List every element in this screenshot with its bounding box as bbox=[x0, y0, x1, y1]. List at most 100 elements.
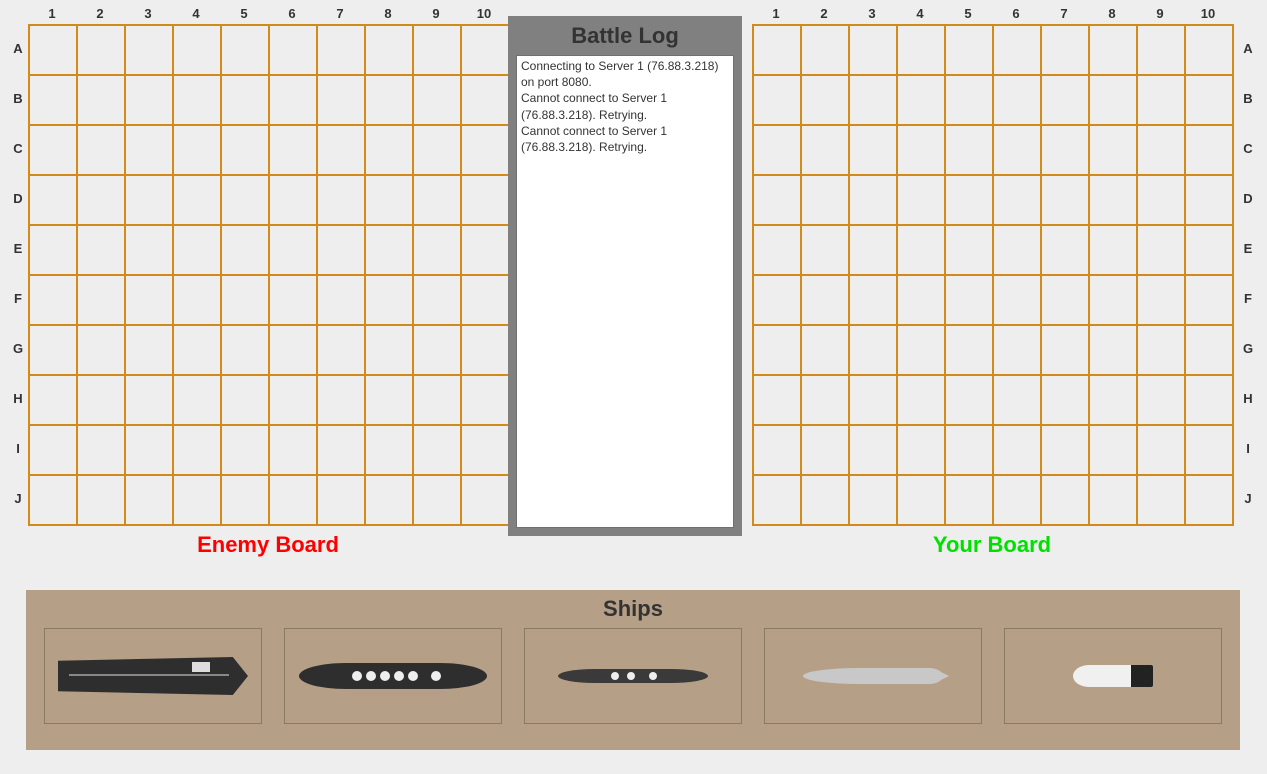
your-cell[interactable] bbox=[993, 25, 1041, 75]
your-cell[interactable] bbox=[897, 75, 945, 125]
your-cell[interactable] bbox=[897, 225, 945, 275]
enemy-cell[interactable] bbox=[221, 475, 269, 525]
your-cell[interactable] bbox=[1089, 25, 1137, 75]
enemy-cell[interactable] bbox=[29, 225, 77, 275]
enemy-cell[interactable] bbox=[317, 225, 365, 275]
enemy-cell[interactable] bbox=[269, 475, 317, 525]
enemy-cell[interactable] bbox=[413, 125, 461, 175]
enemy-cell[interactable] bbox=[317, 475, 365, 525]
your-cell[interactable] bbox=[753, 225, 801, 275]
enemy-cell[interactable] bbox=[221, 175, 269, 225]
enemy-cell[interactable] bbox=[221, 25, 269, 75]
enemy-cell[interactable] bbox=[365, 275, 413, 325]
your-cell[interactable] bbox=[1185, 425, 1233, 475]
enemy-cell[interactable] bbox=[413, 25, 461, 75]
enemy-cell[interactable] bbox=[221, 375, 269, 425]
enemy-cell[interactable] bbox=[77, 75, 125, 125]
enemy-cell[interactable] bbox=[221, 325, 269, 375]
enemy-cell[interactable] bbox=[221, 275, 269, 325]
your-cell[interactable] bbox=[993, 375, 1041, 425]
your-cell[interactable] bbox=[753, 475, 801, 525]
your-cell[interactable] bbox=[753, 25, 801, 75]
your-cell[interactable] bbox=[897, 425, 945, 475]
enemy-cell[interactable] bbox=[461, 275, 509, 325]
enemy-cell[interactable] bbox=[365, 425, 413, 475]
enemy-cell[interactable] bbox=[269, 175, 317, 225]
enemy-cell[interactable] bbox=[461, 75, 509, 125]
your-cell[interactable] bbox=[1137, 375, 1185, 425]
enemy-cell[interactable] bbox=[173, 125, 221, 175]
your-cell[interactable] bbox=[945, 475, 993, 525]
your-cell[interactable] bbox=[897, 375, 945, 425]
enemy-cell[interactable] bbox=[365, 25, 413, 75]
enemy-cell[interactable] bbox=[365, 325, 413, 375]
enemy-cell[interactable] bbox=[365, 75, 413, 125]
enemy-cell[interactable] bbox=[221, 75, 269, 125]
enemy-cell[interactable] bbox=[269, 375, 317, 425]
your-cell[interactable] bbox=[897, 175, 945, 225]
enemy-cell[interactable] bbox=[77, 475, 125, 525]
enemy-cell[interactable] bbox=[77, 275, 125, 325]
enemy-cell[interactable] bbox=[77, 225, 125, 275]
your-cell[interactable] bbox=[849, 425, 897, 475]
your-cell[interactable] bbox=[1185, 275, 1233, 325]
your-cell[interactable] bbox=[1185, 375, 1233, 425]
enemy-cell[interactable] bbox=[317, 75, 365, 125]
enemy-cell[interactable] bbox=[365, 125, 413, 175]
enemy-cell[interactable] bbox=[125, 75, 173, 125]
your-cell[interactable] bbox=[945, 325, 993, 375]
enemy-cell[interactable] bbox=[365, 175, 413, 225]
your-cell[interactable] bbox=[897, 275, 945, 325]
enemy-cell[interactable] bbox=[269, 425, 317, 475]
your-cell[interactable] bbox=[1041, 175, 1089, 225]
enemy-cell[interactable] bbox=[317, 425, 365, 475]
enemy-cell[interactable] bbox=[29, 325, 77, 375]
enemy-cell[interactable] bbox=[77, 325, 125, 375]
enemy-cell[interactable] bbox=[461, 325, 509, 375]
your-cell[interactable] bbox=[945, 75, 993, 125]
your-cell[interactable] bbox=[1041, 25, 1089, 75]
enemy-cell[interactable] bbox=[125, 225, 173, 275]
battle-log-textbox[interactable]: Connecting to Server 1 (76.88.3.218) on … bbox=[516, 55, 734, 528]
enemy-cell[interactable] bbox=[125, 125, 173, 175]
enemy-cell[interactable] bbox=[269, 25, 317, 75]
your-cell[interactable] bbox=[1185, 225, 1233, 275]
enemy-cell[interactable] bbox=[77, 25, 125, 75]
your-cell[interactable] bbox=[945, 375, 993, 425]
your-cell[interactable] bbox=[1137, 125, 1185, 175]
enemy-cell[interactable] bbox=[413, 225, 461, 275]
enemy-cell[interactable] bbox=[461, 475, 509, 525]
your-cell[interactable] bbox=[1137, 25, 1185, 75]
enemy-cell[interactable] bbox=[365, 375, 413, 425]
enemy-cell[interactable] bbox=[365, 225, 413, 275]
enemy-cell[interactable] bbox=[269, 125, 317, 175]
your-cell[interactable] bbox=[753, 425, 801, 475]
enemy-cell[interactable] bbox=[125, 175, 173, 225]
enemy-cell[interactable] bbox=[269, 325, 317, 375]
ship-slot-carrier[interactable] bbox=[44, 628, 262, 724]
enemy-cell[interactable] bbox=[461, 175, 509, 225]
enemy-cell[interactable] bbox=[125, 275, 173, 325]
your-cell[interactable] bbox=[753, 375, 801, 425]
your-cell[interactable] bbox=[849, 325, 897, 375]
ship-slot-submarine[interactable] bbox=[764, 628, 982, 724]
your-cell[interactable] bbox=[993, 325, 1041, 375]
your-cell[interactable] bbox=[897, 475, 945, 525]
enemy-cell[interactable] bbox=[461, 425, 509, 475]
your-cell[interactable] bbox=[1137, 425, 1185, 475]
your-board-grid[interactable] bbox=[752, 24, 1234, 526]
your-cell[interactable] bbox=[801, 125, 849, 175]
your-cell[interactable] bbox=[801, 175, 849, 225]
enemy-cell[interactable] bbox=[77, 425, 125, 475]
your-cell[interactable] bbox=[1137, 325, 1185, 375]
your-cell[interactable] bbox=[1089, 425, 1137, 475]
enemy-cell[interactable] bbox=[413, 375, 461, 425]
your-cell[interactable] bbox=[993, 75, 1041, 125]
enemy-cell[interactable] bbox=[461, 125, 509, 175]
enemy-cell[interactable] bbox=[221, 425, 269, 475]
your-cell[interactable] bbox=[1041, 325, 1089, 375]
enemy-cell[interactable] bbox=[173, 425, 221, 475]
your-cell[interactable] bbox=[849, 125, 897, 175]
enemy-cell[interactable] bbox=[173, 325, 221, 375]
your-cell[interactable] bbox=[1041, 225, 1089, 275]
